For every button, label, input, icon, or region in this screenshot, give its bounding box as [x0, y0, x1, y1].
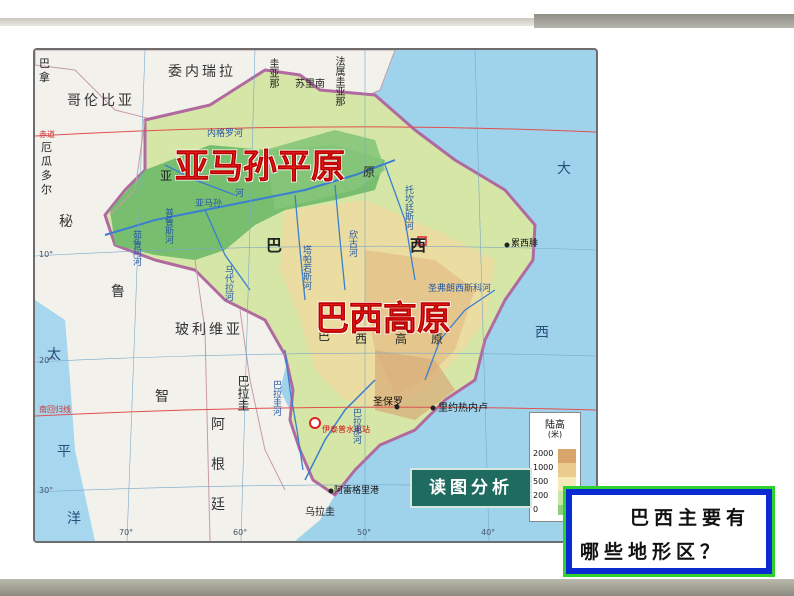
- label-argentina-1: 阿: [211, 417, 228, 433]
- label-venezuela: 委内瑞拉: [168, 64, 236, 80]
- river-amazon: 亚马孙: [195, 199, 223, 209]
- ocean-atlantic-2: 西: [535, 325, 549, 341]
- legend-unit: (米): [547, 430, 563, 439]
- label-paraguay: 巴拉圭: [236, 375, 250, 411]
- label-peru-2: 鲁: [111, 284, 128, 300]
- city-marker-porto-alegre: [328, 488, 334, 494]
- river-negro: 内格罗河: [207, 129, 244, 139]
- coord-lon-70: 70°: [119, 528, 134, 537]
- label-bolivia: 玻利维亚: [175, 322, 243, 338]
- coord-lon-60: 60°: [233, 528, 248, 537]
- read-map-button[interactable]: 读图分析: [410, 468, 532, 508]
- top-decor-band: [0, 0, 794, 30]
- river-amazon-2: 河: [235, 189, 245, 199]
- legend-tick-500: 500: [533, 477, 549, 486]
- river-tocantins: 托坎廷斯河: [403, 185, 413, 230]
- coord-lon-40: 40°: [481, 528, 496, 537]
- label-colombia: 哥伦比亚: [67, 93, 135, 109]
- question-inner: 巴西主要有 哪些地形区？: [572, 495, 766, 568]
- label-ecuador-4: 尔: [41, 183, 52, 196]
- river-jurua: 茹鲁阿河: [131, 230, 141, 266]
- coord-lat-30: 30°: [39, 486, 54, 495]
- label-panama-1: 巴: [39, 57, 50, 70]
- coord-lon-50: 50°: [357, 528, 372, 537]
- label-brazil-ba: 巴: [266, 236, 283, 255]
- label-chile: 智: [155, 389, 172, 405]
- label-peru: 秘: [59, 214, 76, 230]
- top-dark-tab: [534, 14, 794, 28]
- legend-swatch-2000: [558, 449, 576, 463]
- city-porto-alegre: 阿雷格里港: [334, 486, 380, 496]
- city-rio: 里约热内卢: [438, 403, 488, 414]
- city-marker-recife: [504, 242, 510, 248]
- label-ecuador-3: 多: [41, 169, 52, 182]
- label-itaipu: 伊泰普水电站: [322, 425, 370, 434]
- legend-tick-200: 200: [533, 491, 549, 500]
- label-uruguay: 乌拉圭: [305, 507, 335, 518]
- label-brazil-xi: 西: [410, 236, 427, 255]
- river-sao-francisco: 圣弗朗西斯科河: [428, 284, 492, 294]
- river-xingu: 欣古河: [347, 230, 357, 257]
- legend-tick-1000: 1000: [533, 463, 554, 472]
- river-madeira: 马代拉河: [223, 265, 233, 301]
- label-amazon-ya: 亚: [160, 169, 173, 183]
- city-sao-paulo: 圣保罗: [373, 397, 403, 408]
- coord-equator: 赤道: [39, 130, 55, 139]
- ocean-pacific-2: 平: [57, 444, 71, 460]
- coord-lat-10: 10°: [39, 250, 54, 259]
- river-purus: 普鲁斯河: [163, 208, 173, 244]
- region-brazil-plateau: 巴西高原: [315, 299, 452, 339]
- legend-tick-2000: 2000: [533, 449, 554, 458]
- label-argentina-2: 根: [211, 457, 228, 473]
- itaipu-marker: [309, 417, 321, 429]
- label-guyana: 圭亚那: [267, 58, 278, 88]
- ocean-atlantic-1: 大: [557, 161, 571, 177]
- label-suriname: 苏里南: [295, 79, 325, 90]
- bottom-decor-band: [0, 579, 794, 596]
- label-ecuador-1: 厄: [41, 141, 52, 154]
- label-french-guiana: 法属圭亚那: [333, 56, 344, 106]
- river-paraguay: 巴拉圭河: [271, 380, 281, 416]
- label-ecuador-2: 瓜: [41, 155, 52, 168]
- river-tapajos: 塔帕若斯河: [301, 245, 311, 290]
- label-panama-2: 拿: [39, 71, 50, 84]
- label-amazon-yuan: 原: [363, 165, 376, 179]
- city-marker-rio: [430, 405, 436, 411]
- river-parana: 巴拉那河: [351, 408, 361, 444]
- coord-lat-20: 20°: [39, 356, 54, 365]
- legend-swatch-1000: [558, 463, 576, 477]
- legend-tick-0: 0: [533, 505, 539, 514]
- ocean-pacific-3: 洋: [67, 511, 81, 527]
- question-line-2: 哪些地形区？: [580, 541, 725, 563]
- coord-tropic: 南回归线: [39, 405, 71, 414]
- label-argentina-3: 廷: [211, 497, 228, 513]
- question-box: 巴西主要有 哪些地形区？: [563, 486, 775, 577]
- question-line-1: 巴西主要有: [629, 507, 750, 529]
- region-amazon-plain: 亚马孙平原: [175, 147, 346, 187]
- city-recife: 累西腓: [511, 239, 539, 249]
